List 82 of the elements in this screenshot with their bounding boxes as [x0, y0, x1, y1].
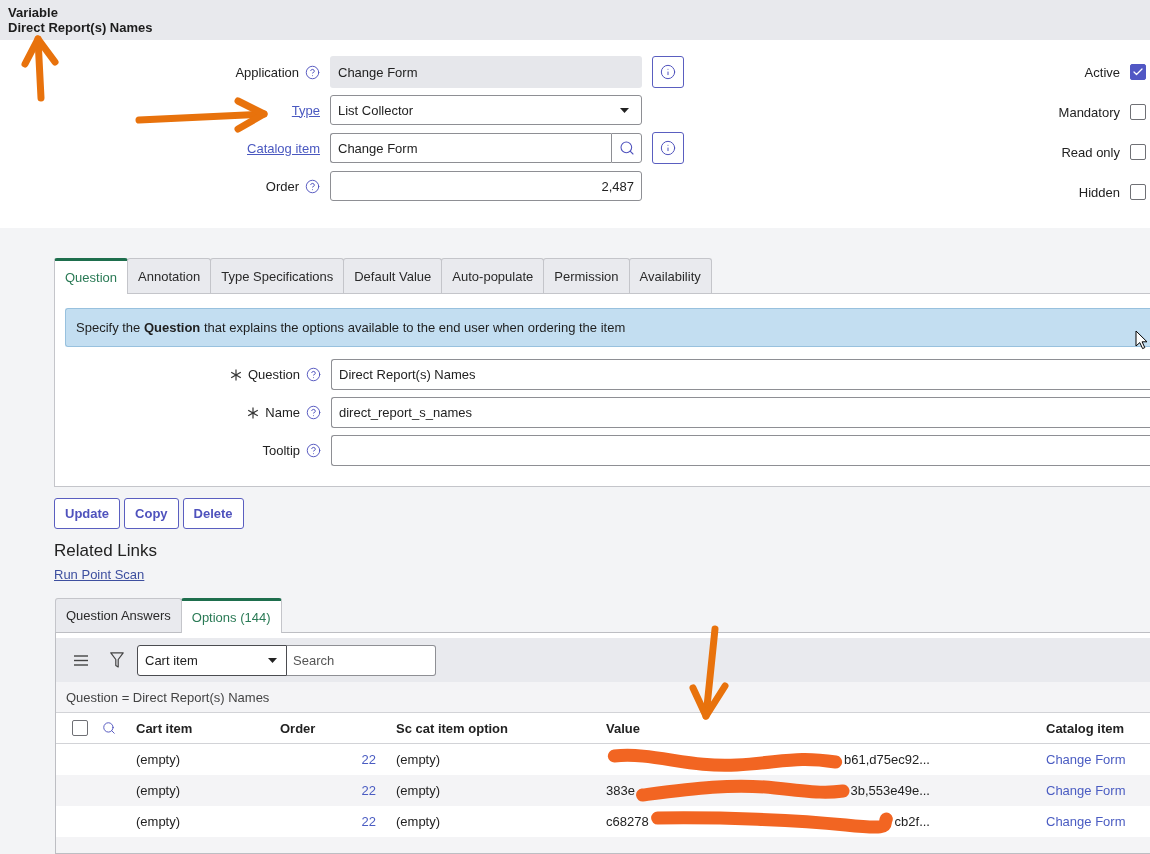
banner-text: Specify the Question that explains the options available to the end user when ordering the item — [76, 320, 626, 335]
field-label: Tooltip — [262, 443, 300, 458]
checkbox-label: Hidden — [1078, 184, 1120, 200]
info-button[interactable] — [652, 56, 684, 88]
related-list-tab[interactable]: Options (144) — [180, 598, 282, 633]
form-tab[interactable]: Default Value — [343, 258, 443, 293]
checkbox[interactable] — [1130, 104, 1146, 120]
table-cell: (empty) — [136, 752, 181, 767]
checkbox[interactable] — [1130, 64, 1146, 80]
action-button[interactable]: Copy — [124, 498, 179, 529]
field-label-link[interactable]: Type — [291, 102, 320, 118]
related-list-tab[interactable]: Question Answers — [55, 598, 182, 632]
number-field[interactable]: 2,487 — [330, 171, 642, 201]
field-label: Question — [247, 367, 300, 382]
form-tab[interactable]: Annotation — [127, 258, 212, 293]
info-icon — [660, 140, 676, 156]
info-icon — [660, 64, 676, 80]
input-field[interactable] — [331, 435, 1150, 466]
action-button[interactable]: Delete — [182, 498, 244, 529]
field-label: Name — [265, 405, 300, 420]
read-only-field[interactable]: Change Form — [330, 56, 642, 88]
form-tab[interactable]: Permission — [543, 258, 630, 293]
filter-field-dropdown[interactable]: Cart item — [137, 644, 287, 676]
field-label-link[interactable]: Catalog item — [247, 140, 320, 156]
value-text: 383e — [606, 783, 635, 798]
checkbox-label: Read only — [1061, 144, 1120, 160]
search-field[interactable]: Search — [287, 644, 436, 676]
checkbox-label: Active — [1084, 64, 1120, 80]
table-cell: (empty) — [396, 752, 441, 767]
form-tab[interactable]: Availability — [628, 258, 712, 293]
section-heading: Related Links — [54, 540, 157, 562]
checkbox[interactable] — [1130, 144, 1146, 160]
form-tab[interactable]: Type Specifications — [210, 258, 345, 293]
lookup-button[interactable] — [611, 133, 642, 163]
search-icon — [618, 140, 635, 156]
catalog-item-link[interactable]: Change Form — [1046, 814, 1126, 829]
caret-icon — [268, 657, 277, 663]
value-text: 3b,553e49e... — [850, 783, 930, 798]
down-arrow-icon — [688, 624, 730, 722]
record-name-title: Direct Report(s) Names — [8, 20, 153, 35]
input-field[interactable]: direct_report_s_names — [331, 397, 1150, 428]
search-icon[interactable] — [102, 721, 116, 735]
info-button[interactable] — [652, 132, 684, 164]
field-label: Order — [265, 178, 299, 194]
dropdown-field[interactable]: List Collector — [330, 95, 642, 125]
column-header[interactable]: Order — [280, 720, 316, 736]
table-cell: (empty) — [136, 783, 181, 798]
filter-icon[interactable] — [110, 652, 124, 668]
table-cell: (empty) — [136, 814, 181, 829]
form-tab[interactable]: Auto-populate — [441, 258, 545, 293]
value-text: b61,d75ec92... — [843, 752, 930, 767]
help-icon — [306, 443, 321, 458]
field-label: Application — [235, 64, 299, 80]
checkbox-label: Mandatory — [1058, 104, 1120, 120]
related-link[interactable]: Run Point Scan — [54, 566, 145, 584]
order-link[interactable]: 22 — [361, 783, 376, 798]
column-header[interactable]: Value — [606, 720, 640, 736]
help-icon — [306, 405, 321, 420]
checkbox[interactable] — [1130, 184, 1146, 200]
value-text: cb2f... — [894, 814, 930, 829]
input-field[interactable]: Direct Report(s) Names — [331, 359, 1150, 390]
catalog-item-link[interactable]: Change Form — [1046, 752, 1126, 767]
value-text: c68278 — [606, 814, 649, 829]
column-header[interactable]: Catalog item — [1046, 720, 1124, 736]
order-link[interactable]: 22 — [361, 752, 376, 767]
reference-field[interactable]: Change Form — [330, 133, 611, 163]
caret-icon — [620, 107, 629, 113]
right-arrow-icon — [134, 96, 270, 134]
table-cell: (empty) — [396, 814, 441, 829]
column-header[interactable]: Sc cat item option — [396, 720, 508, 736]
menu-icon[interactable] — [74, 654, 88, 666]
form-tab[interactable]: Question — [54, 258, 129, 294]
filter-breadcrumb: Question = Direct Report(s) Names — [66, 689, 270, 705]
check-icon — [1132, 66, 1144, 78]
catalog-item-link[interactable]: Change Form — [1046, 783, 1126, 798]
help-icon — [306, 367, 321, 382]
record-type-title: Variable — [8, 5, 58, 20]
order-link[interactable]: 22 — [361, 814, 376, 829]
select-all-checkbox[interactable] — [72, 720, 88, 736]
column-header[interactable]: Cart item — [136, 720, 193, 736]
table-cell: (empty) — [396, 783, 441, 798]
action-button[interactable]: Update — [54, 498, 121, 529]
